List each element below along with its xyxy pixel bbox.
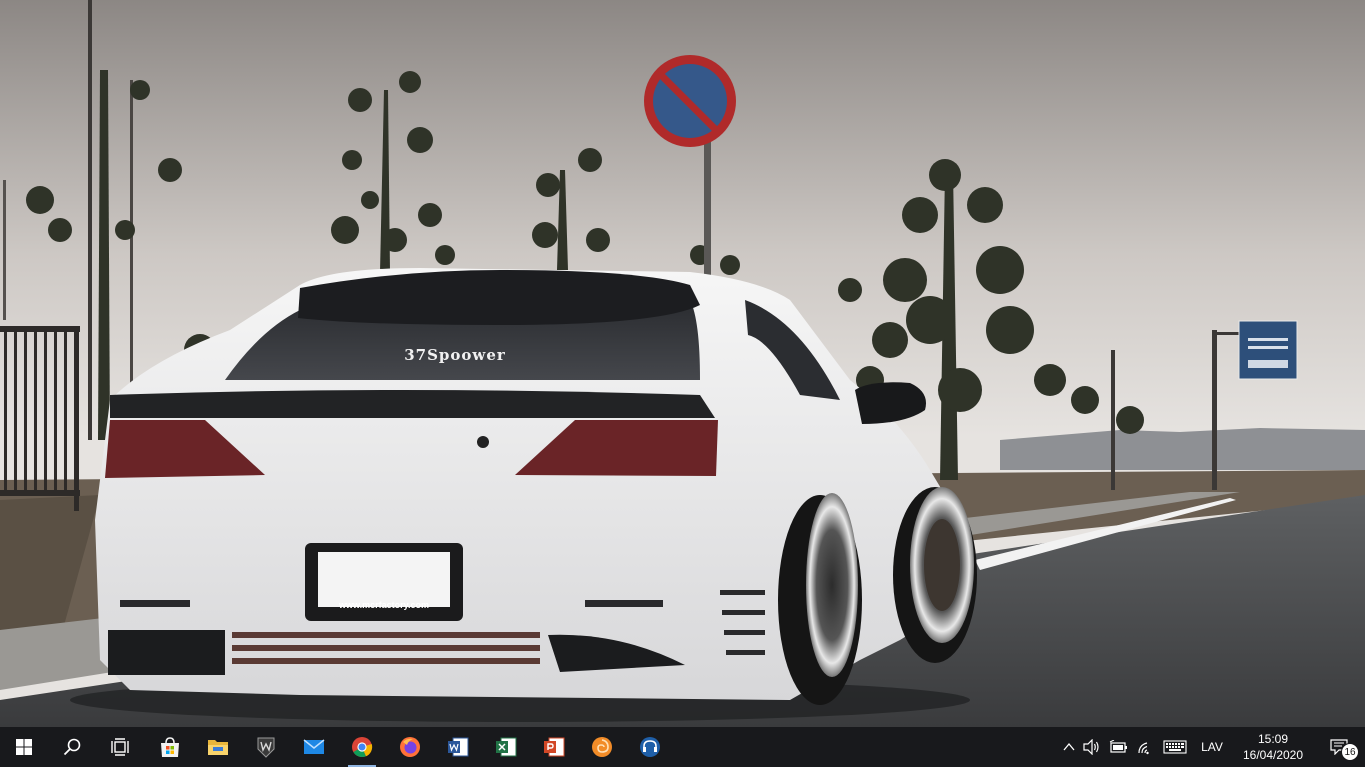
license-plate-text: www.mcrfactory.com: [338, 600, 430, 610]
speaker-icon: [1083, 739, 1099, 755]
chevron-up-icon: [1063, 742, 1075, 751]
input-language-button[interactable]: LAV: [1191, 727, 1233, 767]
desktop-wallpaper: www.mcrfactory.com 37Spoower: [0, 0, 1365, 727]
taskbar-app-chrome[interactable]: [338, 727, 386, 767]
notification-count-badge: 16: [1341, 743, 1359, 761]
action-center-button[interactable]: 16: [1313, 727, 1365, 767]
task-view-icon: [111, 738, 129, 756]
show-hidden-icons-button[interactable]: [1059, 727, 1079, 767]
search-button[interactable]: [48, 727, 96, 767]
orange-swirl-icon: [592, 737, 612, 757]
taskbar-app-excel[interactable]: [482, 727, 530, 767]
taskbar-app-headset[interactable]: [626, 727, 674, 767]
firefox-icon: [400, 737, 420, 757]
battery-button[interactable]: [1105, 727, 1133, 767]
taskbar: LAV 15:09 16/04/2020 16: [0, 727, 1365, 767]
folder-icon: [208, 740, 228, 755]
rear-window-sticker-text: 37Spoower: [404, 346, 506, 364]
system-tray: LAV 15:09 16/04/2020 16: [1059, 727, 1365, 767]
start-button[interactable]: [0, 727, 48, 767]
taskbar-app-word[interactable]: [434, 727, 482, 767]
chrome-icon: [352, 737, 373, 758]
task-view-button[interactable]: [96, 727, 144, 767]
word-icon: [448, 737, 469, 757]
volume-button[interactable]: [1079, 727, 1105, 767]
battery-icon: [1109, 740, 1127, 753]
network-button[interactable]: [1133, 727, 1159, 767]
taskbar-app-firefox[interactable]: [386, 727, 434, 767]
wifi-icon: [1138, 742, 1149, 755]
taskbar-app-mail[interactable]: [290, 727, 338, 767]
search-icon: [63, 738, 81, 756]
world-of-tanks-icon: [257, 737, 275, 758]
excel-icon: [496, 737, 517, 757]
headset-icon: [640, 737, 660, 757]
taskbar-app-microsoft-store[interactable]: [146, 727, 194, 767]
taskbar-app-file-explorer[interactable]: [194, 727, 242, 767]
touch-keyboard-button[interactable]: [1159, 727, 1191, 767]
taskbar-app-powerpoint[interactable]: [530, 727, 578, 767]
windows-logo-icon: [16, 739, 32, 755]
wallpaper-image: [0, 0, 1365, 727]
keyboard-icon: [1163, 740, 1187, 754]
clock-time: 15:09: [1257, 732, 1289, 746]
clock-button[interactable]: 15:09 16/04/2020: [1233, 727, 1313, 767]
mail-icon: [303, 739, 325, 754]
taskbar-app-world-of-tanks[interactable]: [242, 727, 290, 767]
taskbar-app-orange-swirl[interactable]: [578, 727, 626, 767]
microsoft-store-icon: [161, 737, 179, 757]
clock-date: 16/04/2020: [1242, 748, 1304, 762]
powerpoint-icon: [544, 737, 565, 757]
